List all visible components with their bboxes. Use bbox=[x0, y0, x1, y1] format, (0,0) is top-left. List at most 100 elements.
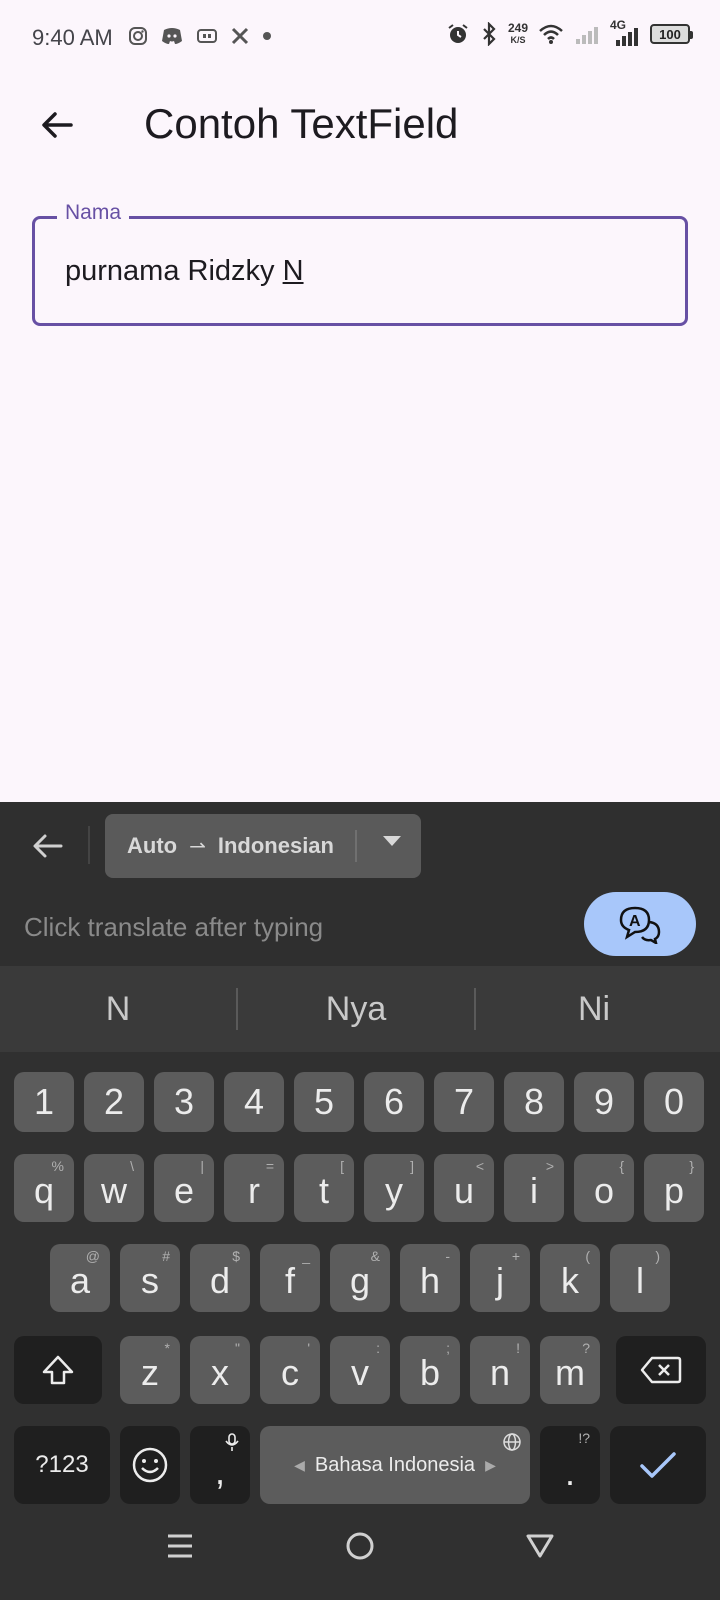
key-1[interactable]: 1 bbox=[14, 1072, 74, 1132]
key-e[interactable]: | e bbox=[154, 1154, 214, 1222]
key-a[interactable]: @ a bbox=[50, 1244, 110, 1312]
key-hint: ? bbox=[582, 1340, 590, 1356]
key-w[interactable]: \ w bbox=[84, 1154, 144, 1222]
target-language: Indonesian bbox=[217, 833, 334, 858]
key-label: , bbox=[214, 1451, 225, 1492]
key-hint: * bbox=[164, 1340, 170, 1356]
key-label: d bbox=[209, 1260, 231, 1301]
key-label: u bbox=[453, 1170, 475, 1211]
key-label: 7 bbox=[453, 1081, 475, 1122]
suggestion-bar: N Nya Ni bbox=[0, 966, 720, 1052]
key-5[interactable]: 5 bbox=[294, 1072, 354, 1132]
key-label: x bbox=[211, 1352, 229, 1393]
discord-icon bbox=[162, 28, 182, 44]
key-label: 8 bbox=[523, 1081, 545, 1122]
alarm-icon bbox=[448, 24, 468, 43]
key-hint: : bbox=[376, 1340, 380, 1356]
key-z[interactable]: * z bbox=[120, 1336, 180, 1404]
key-x[interactable]: " x bbox=[190, 1336, 250, 1404]
key-hint: ) bbox=[655, 1248, 660, 1264]
key-k[interactable]: (k bbox=[540, 1244, 600, 1312]
key-label: s bbox=[141, 1260, 159, 1301]
back-nav-button[interactable] bbox=[504, 1510, 576, 1582]
name-field[interactable]: Nama purnama Ridzky N bbox=[32, 201, 688, 326]
key-label: h bbox=[419, 1260, 441, 1301]
key-hint: ! bbox=[516, 1340, 520, 1356]
key-hint: | bbox=[200, 1158, 204, 1174]
key-label: ?123 bbox=[35, 1451, 89, 1478]
key-g[interactable]: & g bbox=[330, 1244, 390, 1312]
key-label: q bbox=[33, 1170, 55, 1211]
key-j[interactable]: + j bbox=[470, 1244, 530, 1312]
recents-button[interactable] bbox=[144, 1510, 216, 1582]
key-u[interactable]: < u bbox=[434, 1154, 494, 1222]
arrow-back-icon bbox=[33, 834, 63, 858]
signal-icon-4g bbox=[616, 28, 638, 46]
key-0[interactable]: 0 bbox=[644, 1072, 704, 1132]
key-m[interactable]: ? m bbox=[540, 1336, 600, 1404]
key-f[interactable]: _ f bbox=[260, 1244, 320, 1312]
key-label: 5 bbox=[313, 1081, 335, 1122]
system-icons: 249 K/S 4G 100 bbox=[446, 18, 693, 46]
key-p[interactable]: } p bbox=[644, 1154, 704, 1222]
bluetooth-icon bbox=[483, 22, 496, 46]
key-9[interactable]: 9 bbox=[574, 1072, 634, 1132]
key-hint: ( bbox=[585, 1248, 590, 1264]
key-hint: @ bbox=[85, 1248, 100, 1264]
key-hint: > bbox=[545, 1158, 554, 1174]
key-l[interactable]: ) l bbox=[610, 1244, 670, 1312]
language-selector[interactable]: Auto ⇀ Indonesian bbox=[105, 814, 421, 878]
key-y[interactable]: ] y bbox=[364, 1154, 424, 1222]
key-hint: - bbox=[445, 1248, 450, 1264]
translate-button[interactable]: A bbox=[584, 892, 696, 956]
key-c[interactable]: ' c bbox=[260, 1336, 320, 1404]
suggestion-3[interactable]: Ni bbox=[476, 966, 712, 1052]
status-time: 9:40 AM bbox=[32, 25, 113, 50]
microphone-icon bbox=[225, 1433, 239, 1451]
source-language: Auto bbox=[127, 833, 178, 858]
home-button[interactable] bbox=[324, 1510, 396, 1582]
check-icon bbox=[640, 1452, 676, 1478]
key-h[interactable]: -h bbox=[400, 1244, 460, 1312]
key-label: j bbox=[496, 1260, 504, 1301]
key-label: 3 bbox=[173, 1081, 195, 1122]
key-hint: ' bbox=[307, 1340, 310, 1356]
key-n[interactable]: ! n bbox=[470, 1336, 530, 1404]
key-2[interactable]: 2 bbox=[84, 1072, 144, 1132]
translate-input[interactable]: Click translate after typing bbox=[24, 912, 323, 943]
key-d[interactable]: $ d bbox=[190, 1244, 250, 1312]
signal-icon bbox=[576, 27, 598, 44]
translate-back-button[interactable] bbox=[28, 826, 68, 866]
key-label: y bbox=[385, 1170, 403, 1211]
app-icon bbox=[197, 29, 217, 43]
key-3[interactable]: 3 bbox=[154, 1072, 214, 1132]
key-t[interactable]: [t bbox=[294, 1154, 354, 1222]
shift-key[interactable] bbox=[14, 1336, 102, 1404]
backspace-key[interactable] bbox=[616, 1336, 706, 1404]
dot-icon bbox=[263, 32, 271, 40]
key-v[interactable]: :v bbox=[330, 1336, 390, 1404]
globe-icon bbox=[503, 1433, 521, 1451]
app-bar: Contoh TextField bbox=[0, 78, 720, 178]
suggestion-1[interactable]: N bbox=[0, 966, 236, 1052]
key-7[interactable]: 7 bbox=[434, 1072, 494, 1132]
key-r[interactable]: = r bbox=[224, 1154, 284, 1222]
key-b[interactable]: ; b bbox=[400, 1336, 460, 1404]
suggestion-2[interactable]: Nya bbox=[238, 966, 474, 1052]
key-q[interactable]: % q bbox=[14, 1154, 74, 1222]
key-label: n bbox=[489, 1352, 511, 1393]
name-field-value[interactable]: purnama Ridzky N bbox=[65, 255, 304, 288]
name-field-composing-text: N bbox=[282, 255, 304, 287]
key-8[interactable]: 8 bbox=[504, 1072, 564, 1132]
key-hint: " bbox=[235, 1340, 240, 1356]
key-hint: # bbox=[162, 1248, 170, 1264]
key-4[interactable]: 4 bbox=[224, 1072, 284, 1132]
back-button[interactable] bbox=[30, 98, 84, 152]
key-i[interactable]: > i bbox=[504, 1154, 564, 1222]
name-field-committed-text: purnama Ridzky bbox=[65, 255, 283, 287]
key-6[interactable]: 6 bbox=[364, 1072, 424, 1132]
key-o[interactable]: {o bbox=[574, 1154, 634, 1222]
caret-left-icon: ◀ bbox=[294, 1456, 305, 1473]
key-label: l bbox=[636, 1260, 644, 1301]
key-s[interactable]: # s bbox=[120, 1244, 180, 1312]
